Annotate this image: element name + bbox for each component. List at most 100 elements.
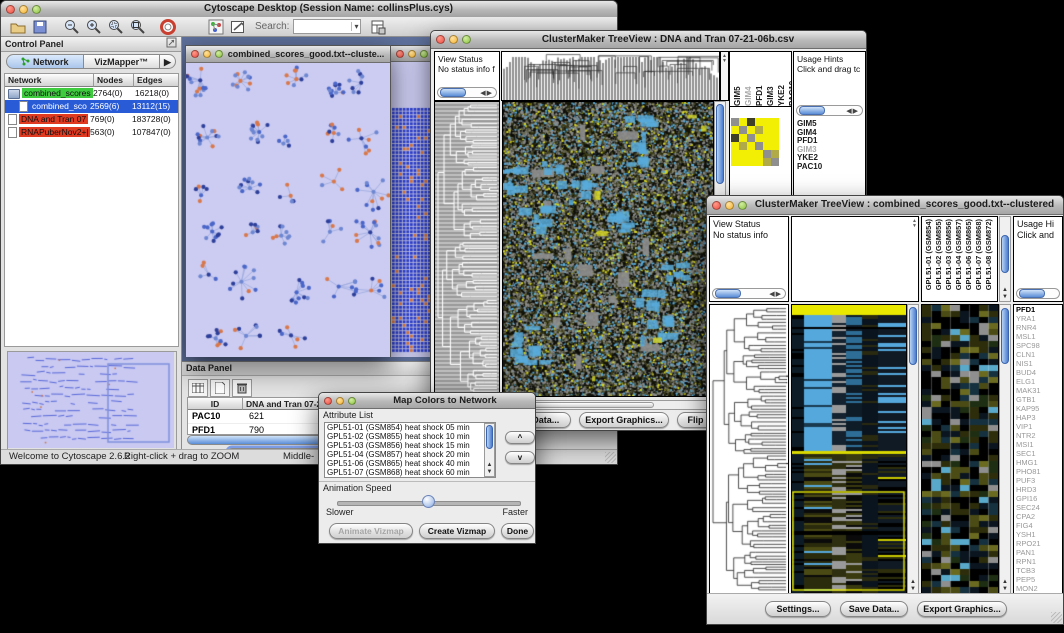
- gene-item[interactable]: SEC24: [1014, 503, 1062, 512]
- tv1-row-dendrogram-panel[interactable]: [434, 101, 500, 397]
- tv1-heatmap-canvas[interactable]: [503, 102, 713, 396]
- tv2-zoom-heatmap-panel[interactable]: [921, 304, 999, 594]
- gene-item[interactable]: NIS1: [1014, 359, 1062, 368]
- gene-item[interactable]: FIG4: [1014, 521, 1062, 530]
- scroll-arrows-icon[interactable]: ▲▼: [485, 462, 494, 476]
- attribute-table-icon[interactable]: [188, 379, 208, 397]
- matrix-cell[interactable]: [771, 150, 779, 158]
- tv2-settings-button[interactable]: Settings...: [765, 601, 831, 617]
- tv2-save-data-button[interactable]: Save Data...: [840, 601, 908, 617]
- matrix-cell[interactable]: [747, 126, 755, 134]
- tv2-column-dendrogram-panel[interactable]: ▲▼: [791, 216, 919, 302]
- scroll-arrows-icon[interactable]: ▲▼: [908, 579, 918, 593]
- maximize-button[interactable]: [738, 201, 747, 210]
- gene-item[interactable]: MSI1: [1014, 440, 1062, 449]
- close-button[interactable]: [191, 50, 199, 58]
- float-panel-icon[interactable]: [166, 35, 177, 53]
- gene-item[interactable]: PHO81: [1014, 467, 1062, 476]
- gene-item[interactable]: GTB1: [1014, 395, 1062, 404]
- matrix-cell[interactable]: [771, 142, 779, 150]
- network-row[interactable]: DNA and Tran 07769(0)183728(0): [5, 113, 178, 126]
- matrix-cell[interactable]: [739, 126, 747, 134]
- resize-grip[interactable]: [1051, 612, 1062, 623]
- close-button[interactable]: [436, 35, 445, 44]
- matrix-cell[interactable]: [739, 134, 747, 142]
- matrix-cell[interactable]: [739, 150, 747, 158]
- maximize-button[interactable]: [462, 35, 471, 44]
- tv1-column-dendrogram-canvas[interactable]: [502, 52, 719, 100]
- zoom-out-icon[interactable]: [63, 18, 81, 36]
- minimize-button[interactable]: [203, 50, 211, 58]
- minimize-button[interactable]: [449, 35, 458, 44]
- tv2-global-heatmap-panel[interactable]: [791, 304, 907, 594]
- tv1-hints-hscrollbar[interactable]: ◀▶: [796, 105, 863, 116]
- matrix-cell[interactable]: [731, 142, 739, 150]
- tv1-heatmap-panel[interactable]: [502, 101, 714, 397]
- tv2-status-hscrollbar[interactable]: ◀▶: [712, 288, 786, 299]
- move-attribute-up-button[interactable]: ^: [505, 431, 535, 444]
- matrix-cell[interactable]: [747, 134, 755, 142]
- tab-vizmapper[interactable]: VizMapper™: [84, 54, 161, 69]
- tv2-hints-hscrollbar[interactable]: [1016, 288, 1060, 299]
- gene-item[interactable]: ELG1: [1014, 377, 1062, 386]
- matrix-cell[interactable]: [763, 134, 771, 142]
- scroll-arrows-icon[interactable]: ▲▼: [1000, 579, 1010, 593]
- matrix-cell[interactable]: [747, 142, 755, 150]
- matrix-cell[interactable]: [747, 158, 755, 166]
- help-lifering-icon[interactable]: [159, 18, 177, 36]
- gene-item[interactable]: HAP3: [1014, 413, 1062, 422]
- tv2-zoom-vscrollbar[interactable]: ▲▼: [999, 304, 1011, 594]
- gene-item[interactable]: CPA2: [1014, 512, 1062, 521]
- minimize-button[interactable]: [408, 50, 416, 58]
- maximize-button[interactable]: [348, 397, 356, 405]
- gene-item[interactable]: PAN1: [1014, 548, 1062, 557]
- column-header-nodes[interactable]: Nodes: [94, 74, 134, 87]
- attribute-listbox[interactable]: GPL51-01 (GSM854) heat shock 05 minGPL51…: [324, 422, 496, 478]
- attribute-list-vscrollbar[interactable]: ▲▼: [484, 423, 495, 477]
- scroll-arrows-icon[interactable]: ◀▶: [480, 89, 496, 97]
- gene-item[interactable]: KAP95: [1014, 404, 1062, 413]
- maximize-button[interactable]: [215, 50, 223, 58]
- main-titlebar[interactable]: Cytoscape Desktop (Session Name: collins…: [1, 1, 617, 18]
- gene-item[interactable]: PUF3: [1014, 476, 1062, 485]
- resize-grip[interactable]: [605, 452, 616, 463]
- attribute-item[interactable]: GPL51-02 (GSM855) heat shock 10 min: [325, 432, 495, 441]
- matrix-cell[interactable]: [731, 118, 739, 126]
- tv1-similarity-matrix[interactable]: [731, 118, 779, 166]
- matrix-cell[interactable]: [763, 126, 771, 134]
- matrix-cell[interactable]: [731, 134, 739, 142]
- vizmapper-icon[interactable]: [207, 18, 225, 36]
- treeview2-titlebar[interactable]: ClusterMaker TreeView : combined_scores_…: [707, 196, 1063, 215]
- tv2-row-dendrogram-canvas[interactable]: [710, 305, 788, 593]
- scroll-arrows-icon[interactable]: ◀▶: [846, 107, 862, 115]
- matrix-cell[interactable]: [763, 158, 771, 166]
- matrix-cell[interactable]: [747, 118, 755, 126]
- tv1-export-graphics-button[interactable]: Export Graphics...: [579, 412, 669, 428]
- tv1-splitter[interactable]: ▲▼: [720, 51, 729, 101]
- matrix-cell[interactable]: [739, 158, 747, 166]
- attribute-item[interactable]: GPL51-06 (GSM865) heat shock 40 min: [325, 459, 495, 468]
- network-canvas-a[interactable]: [186, 63, 390, 357]
- network-row[interactable]: combined_sco2569(6)13112(15): [5, 100, 178, 113]
- network-overview-panel[interactable]: [7, 351, 177, 451]
- gene-item[interactable]: GPI16: [1014, 494, 1062, 503]
- scroll-arrows-icon[interactable]: ▲▼: [1000, 287, 1010, 301]
- network-overview-canvas[interactable]: [8, 352, 174, 448]
- annotation-icon[interactable]: [229, 18, 247, 36]
- maximize-button[interactable]: [32, 5, 41, 14]
- done-button[interactable]: Done: [501, 523, 534, 539]
- matrix-cell[interactable]: [763, 118, 771, 126]
- gene-item[interactable]: RNR4: [1014, 323, 1062, 332]
- network-window-b-titlebar[interactable]: [391, 46, 435, 62]
- matrix-cell[interactable]: [755, 134, 763, 142]
- splitter-arrows-icon[interactable]: ▲▼: [912, 219, 917, 229]
- gene-item[interactable]: RPO21: [1014, 539, 1062, 548]
- tab-network[interactable]: Network: [6, 54, 84, 69]
- minimize-button[interactable]: [336, 397, 344, 405]
- chevron-down-icon[interactable]: ▾: [351, 22, 360, 31]
- search-input[interactable]: ▾: [293, 19, 361, 34]
- tv2-labels-vscrollbar[interactable]: ▲▼: [999, 216, 1011, 302]
- attribute-item[interactable]: GPL51-07 (GSM868) heat shock 60 min: [325, 468, 495, 477]
- gene-item[interactable]: PFD1: [1014, 305, 1062, 314]
- network-canvas-b[interactable]: [391, 62, 435, 357]
